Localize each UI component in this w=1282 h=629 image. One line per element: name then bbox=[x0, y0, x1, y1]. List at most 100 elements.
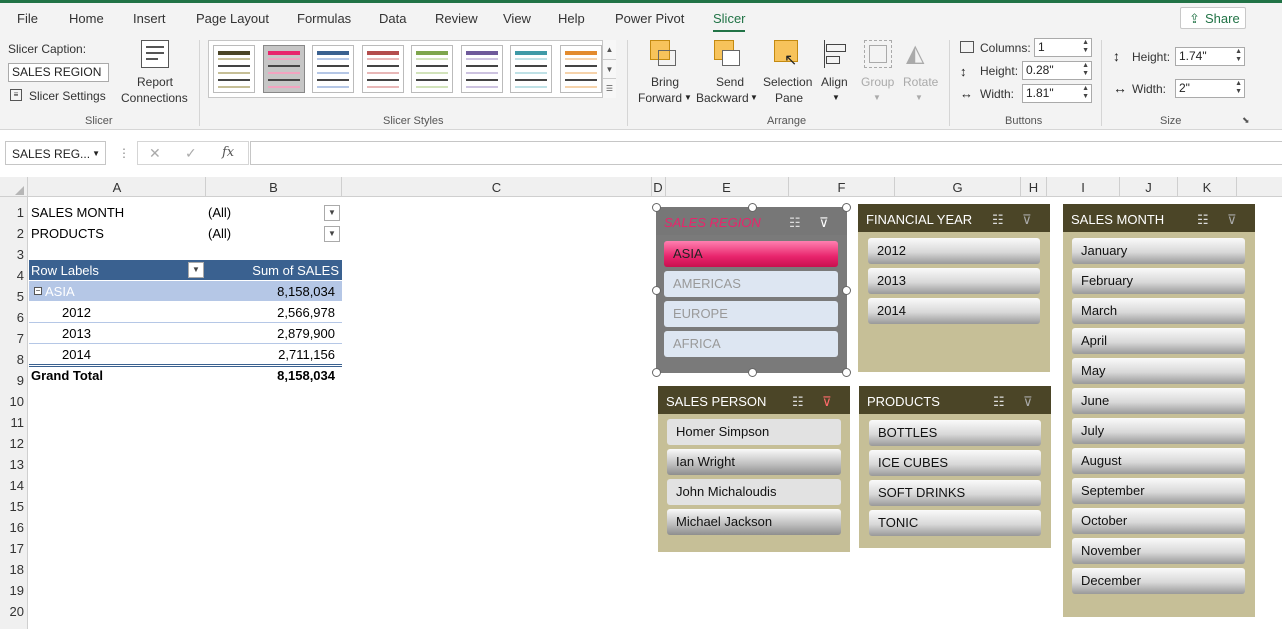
slicer-item[interactable]: October bbox=[1072, 508, 1245, 534]
slicer-item[interactable]: Ian Wright bbox=[667, 449, 841, 475]
slicer-item[interactable]: April bbox=[1072, 328, 1245, 354]
slicer-item[interactable]: June bbox=[1072, 388, 1245, 414]
row-header[interactable]: 8 bbox=[0, 352, 24, 367]
slicer-item[interactable]: Homer Simpson bbox=[667, 419, 841, 445]
column-header[interactable]: H bbox=[1021, 180, 1046, 195]
multi-select-icon[interactable]: ☷ bbox=[792, 394, 804, 410]
multi-select-icon[interactable]: ☷ bbox=[1197, 212, 1209, 228]
row-header[interactable]: 11 bbox=[0, 415, 25, 430]
row-header[interactable]: 5 bbox=[0, 289, 24, 304]
row-header[interactable]: 10 bbox=[0, 394, 24, 409]
slicer-style-swatch[interactable] bbox=[510, 45, 552, 93]
button-height-input[interactable]: 0.28" ▲ ▼ bbox=[1022, 61, 1092, 80]
slicer-style-swatch[interactable] bbox=[312, 45, 354, 93]
share-button[interactable]: ⇪ Share bbox=[1180, 7, 1246, 29]
row-labels-filter-button[interactable]: ▼ bbox=[188, 262, 204, 278]
filter-products-dropdown[interactable]: ▼ bbox=[324, 226, 340, 242]
slicer-style-swatch[interactable] bbox=[262, 45, 305, 93]
column-header[interactable]: J bbox=[1120, 180, 1177, 195]
slicer-item[interactable]: January bbox=[1072, 238, 1245, 264]
column-header[interactable]: E bbox=[665, 180, 788, 195]
selection-pane-button[interactable]: ↖ Selection Pane bbox=[762, 40, 816, 108]
slicer-item[interactable]: February bbox=[1072, 268, 1245, 294]
multi-select-icon[interactable]: ☷ bbox=[992, 212, 1004, 228]
slicer-item[interactable]: John Michaloudis bbox=[667, 479, 841, 505]
clear-filter-icon[interactable]: ⊽ bbox=[819, 215, 829, 231]
slicer-item[interactable]: August bbox=[1072, 448, 1245, 474]
row-header[interactable]: 4 bbox=[0, 268, 24, 283]
clear-filter-icon[interactable]: ⊽ bbox=[1022, 212, 1032, 228]
tab-view[interactable]: View bbox=[503, 11, 531, 26]
row-header[interactable]: 9 bbox=[0, 373, 24, 388]
tab-power-pivot[interactable]: Power Pivot bbox=[615, 11, 684, 26]
name-box[interactable]: SALES REG... ▼ bbox=[5, 141, 106, 165]
resize-handle[interactable] bbox=[652, 368, 661, 377]
column-header[interactable]: B bbox=[206, 180, 341, 195]
slicer-style-swatch[interactable] bbox=[559, 45, 602, 93]
clear-filter-icon[interactable]: ⊽ bbox=[1023, 394, 1033, 410]
slicer-item[interactable]: December bbox=[1072, 568, 1245, 594]
gallery-more-icon[interactable]: ☰ bbox=[603, 78, 616, 97]
tab-data[interactable]: Data bbox=[379, 11, 406, 26]
row-header[interactable]: 1 bbox=[0, 205, 24, 220]
tab-slicer[interactable]: Slicer bbox=[713, 11, 746, 26]
row-header[interactable]: 12 bbox=[0, 436, 24, 451]
column-header[interactable]: I bbox=[1047, 180, 1119, 195]
slicer-item[interactable]: November bbox=[1072, 538, 1245, 564]
slicer-item[interactable]: AFRICA bbox=[664, 331, 838, 357]
resize-handle[interactable] bbox=[842, 368, 851, 377]
slicer-region[interactable]: SALES REGION ☷ ⊽ ASIA AMERICAS EUROPE AFRICA bbox=[656, 207, 847, 373]
size-height-input[interactable]: 1.74" ▲ ▼ bbox=[1175, 47, 1245, 66]
slicer-caption-input[interactable]: SALES REGION bbox=[8, 63, 109, 82]
row-header[interactable]: 13 bbox=[0, 457, 24, 472]
column-header[interactable]: A bbox=[29, 180, 205, 195]
slicer-item[interactable]: July bbox=[1072, 418, 1245, 444]
slicer-style-swatch[interactable] bbox=[411, 45, 453, 93]
collapse-icon[interactable]: − bbox=[34, 287, 42, 295]
slicer-item[interactable]: May bbox=[1072, 358, 1245, 384]
column-header[interactable]: D bbox=[651, 180, 665, 195]
column-header[interactable]: G bbox=[895, 180, 1020, 195]
slicer-item[interactable]: March bbox=[1072, 298, 1245, 324]
slicer-item[interactable]: Michael Jackson bbox=[667, 509, 841, 535]
column-header[interactable]: F bbox=[789, 180, 894, 195]
row-header[interactable]: 15 bbox=[0, 499, 24, 514]
chevron-down-icon[interactable]: ▼ bbox=[603, 59, 616, 78]
align-button[interactable]: Align ▼ bbox=[818, 40, 856, 108]
resize-handle[interactable] bbox=[747, 368, 757, 377]
report-connections-button[interactable]: Report Connections bbox=[120, 40, 190, 108]
slicer-item[interactable]: 2012 bbox=[868, 238, 1040, 264]
slicer-person[interactable]: SALES PERSON ☷ ⊽ Homer Simpson Ian Wright Joh… bbox=[658, 386, 850, 552]
row-header[interactable]: 20 bbox=[0, 604, 24, 619]
resize-handle[interactable] bbox=[842, 286, 851, 295]
chevron-down-icon[interactable]: ▼ bbox=[92, 149, 100, 158]
slicer-style-swatch[interactable] bbox=[213, 45, 255, 93]
tab-page-layout[interactable]: Page Layout bbox=[196, 11, 269, 26]
tab-review[interactable]: Review bbox=[435, 11, 478, 26]
slicer-style-swatch[interactable] bbox=[460, 45, 503, 93]
slicer-products[interactable]: PRODUCTS ☷ ⊽ BOTTLES ICE CUBES SOFT DRINKS TON… bbox=[859, 386, 1051, 548]
fx-icon[interactable]: fx bbox=[222, 145, 234, 160]
column-header[interactable]: K bbox=[1178, 180, 1236, 195]
slicer-item[interactable]: 2013 bbox=[868, 268, 1040, 294]
resize-handle[interactable] bbox=[652, 286, 661, 295]
chevron-up-icon[interactable]: ▲ bbox=[603, 40, 616, 59]
formula-input[interactable] bbox=[250, 141, 1282, 165]
tab-file[interactable]: File bbox=[17, 11, 38, 26]
dialog-launcher-icon[interactable]: ⬊ bbox=[1242, 115, 1250, 126]
tab-help[interactable]: Help bbox=[558, 11, 585, 26]
slicer-month[interactable]: SALES MONTH ☷ ⊽ January February March April Ma… bbox=[1063, 204, 1255, 617]
slicer-item[interactable]: BOTTLES bbox=[869, 420, 1041, 446]
spinner-icon[interactable]: ▲ ▼ bbox=[1082, 62, 1089, 78]
slicer-fy[interactable]: FINANCIAL YEAR ☷ ⊽ 2012 2013 2014 bbox=[858, 204, 1050, 372]
tab-insert[interactable]: Insert bbox=[133, 11, 166, 26]
slicer-style-swatch[interactable] bbox=[361, 45, 404, 93]
multi-select-icon[interactable]: ☷ bbox=[993, 394, 1005, 410]
row-header[interactable]: 2 bbox=[0, 226, 24, 241]
slicer-item[interactable]: ASIA bbox=[664, 241, 838, 267]
slicer-item[interactable]: EUROPE bbox=[664, 301, 838, 327]
slicer-item[interactable]: AMERICAS bbox=[664, 271, 838, 297]
filter-sales-month-dropdown[interactable]: ▼ bbox=[324, 205, 340, 221]
tab-formulas[interactable]: Formulas bbox=[297, 11, 351, 26]
clear-filter-icon[interactable]: ⊽ bbox=[822, 394, 832, 410]
